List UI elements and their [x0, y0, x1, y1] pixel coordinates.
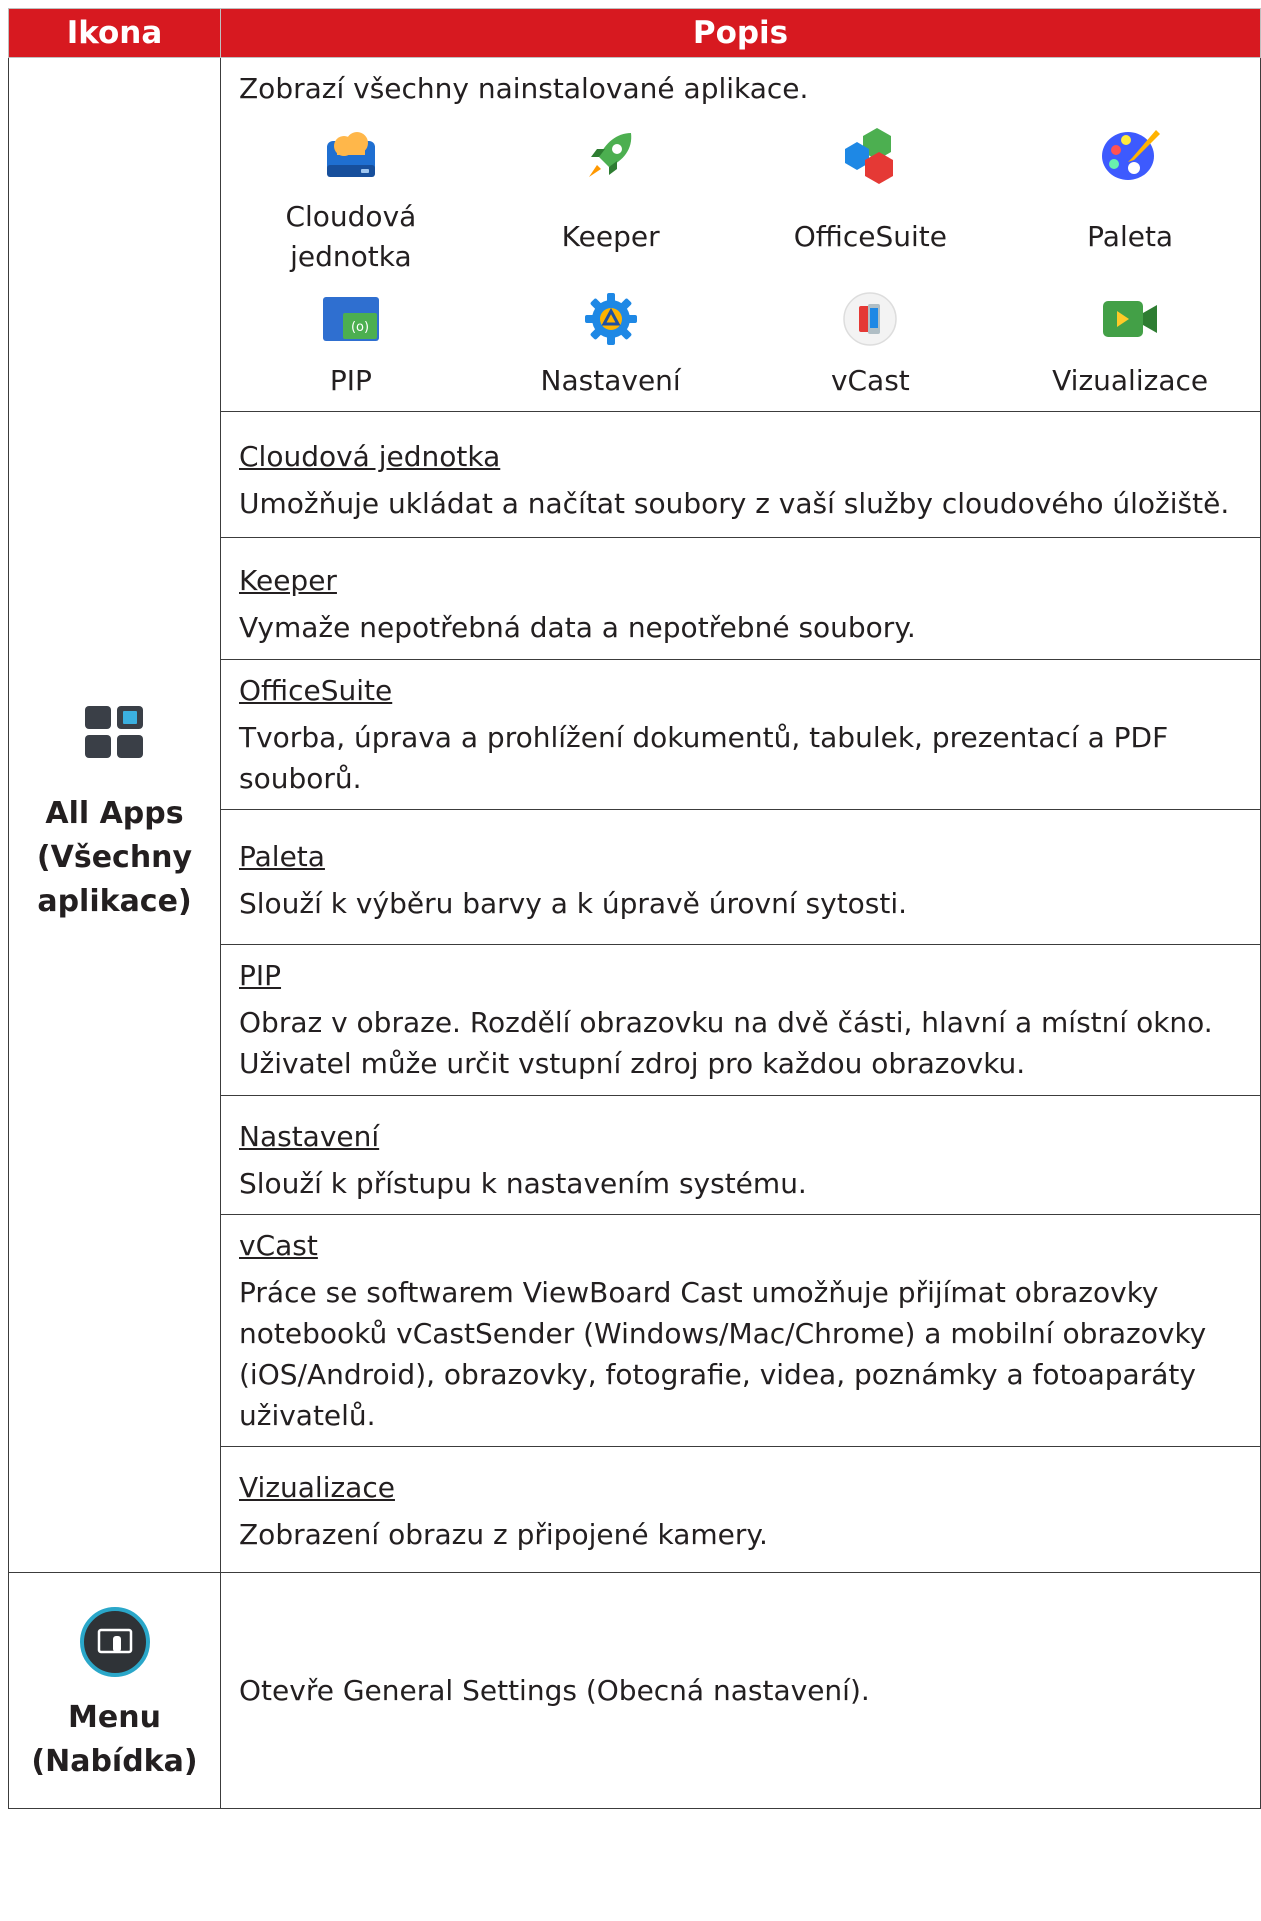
app-tile-cloud-drive: Cloudová jednotka — [221, 117, 481, 281]
app-tile-vcast: vCast — [741, 281, 1001, 405]
settings-gear-icon — [573, 281, 649, 357]
section-text-visualizer: Zobrazení obrazu z připojené kamery. — [239, 1518, 768, 1551]
rocket-icon — [573, 117, 649, 193]
section-title-vcast: vCast — [239, 1229, 318, 1262]
app-label-pip: PIP — [329, 364, 372, 397]
section-title-pip: PIP — [239, 959, 282, 992]
menu-label-line1: Menu — [68, 1699, 161, 1735]
table-header-row: Ikona Popis — [8, 8, 1261, 58]
app-tile-keeper: Keeper — [481, 117, 741, 281]
section-text-palette: Slouží k výběru barvy a k úpravě úrovní … — [239, 887, 908, 920]
section-text-keeper: Vymaže nepotřebná data a nepotřebné soub… — [239, 611, 916, 644]
video-camera-icon — [1092, 281, 1168, 357]
app-label-palette: Paleta — [1087, 220, 1174, 253]
all-apps-label-line3: aplikace) — [37, 884, 192, 919]
vcast-icon — [832, 281, 908, 357]
app-tile-palette: Paleta — [1000, 117, 1260, 281]
section-title-settings: Nastavení — [239, 1120, 380, 1153]
section-text-vcast: Práce se softwarem ViewBoard Cast umožňu… — [239, 1276, 1207, 1432]
all-apps-grid-icon — [9, 706, 220, 764]
officesuite-icon — [832, 117, 908, 193]
app-label-cloud-drive: Cloudová jednotka — [285, 200, 417, 273]
header-icon-column: Ikona — [8, 8, 221, 58]
all-apps-overview-cell: Zobrazí všechny nainstalované aplikace. — [220, 57, 1261, 412]
header-description-column: Popis — [220, 8, 1261, 58]
section-title-palette: Paleta — [239, 840, 325, 873]
apps-grid: Cloudová jednotka Keeper OfficeSuite Pal… — [221, 109, 1260, 411]
all-apps-label-line2: (Všechny — [36, 840, 193, 875]
section-text-cloud-drive: Umožňuje ukládat a načítat soubory z vaš… — [239, 487, 1230, 520]
menu-label-line2: (Nabídka) — [31, 1743, 198, 1779]
app-label-vcast: vCast — [830, 364, 910, 397]
menu-description-cell: Otevře General Settings (Obecná nastaven… — [220, 1572, 1261, 1809]
all-apps-grid-row: All Apps (Všechny aplikace) Zobrazí všec… — [8, 57, 1261, 1573]
menu-touch-icon — [9, 1606, 220, 1682]
section-text-officesuite: Tvorba, úprava a prohlížení dokumentů, t… — [239, 721, 1169, 795]
section-title-keeper: Keeper — [239, 564, 337, 597]
all-apps-icon-cell: All Apps (Všechny aplikace) — [8, 57, 221, 1573]
app-label-keeper: Keeper — [561, 220, 660, 253]
app-label-settings: Nastavení — [540, 364, 681, 397]
icon-description-table: Ikona Popis All Apps (Všechny aplikace) — [8, 8, 1261, 1809]
menu-row: Menu (Nabídka) Otevře General Settings (… — [8, 1572, 1261, 1809]
menu-description-text: Otevře General Settings (Obecná nastaven… — [239, 1674, 870, 1707]
palette-icon — [1092, 117, 1168, 193]
all-apps-label-line1: All Apps — [45, 796, 184, 831]
app-tile-visualizer: Vizualizace — [1000, 281, 1260, 405]
section-title-visualizer: Vizualizace — [239, 1471, 395, 1504]
section-text-settings: Slouží k přístupu k nastavením systému. — [239, 1167, 807, 1200]
section-title-officesuite: OfficeSuite — [239, 674, 393, 707]
app-label-visualizer: Vizualizace — [1052, 364, 1209, 397]
app-label-officesuite: OfficeSuite — [793, 220, 947, 253]
app-tile-settings: Nastavení — [481, 281, 741, 405]
pip-icon: (o) — [313, 281, 389, 357]
all-apps-intro: Zobrazí všechny nainstalované aplikace. — [239, 72, 809, 105]
cloud-drive-icon — [313, 117, 389, 193]
menu-icon-cell: Menu (Nabídka) — [8, 1572, 221, 1809]
app-tile-pip: (o) PIP — [221, 281, 481, 405]
svg-text:(o): (o) — [351, 320, 369, 335]
manual-page: Ikona Popis All Apps (Všechny aplikace) — [8, 8, 1261, 1921]
section-text-pip: Obraz v obraze. Rozdělí obrazovku na dvě… — [239, 1006, 1213, 1080]
app-tile-officesuite: OfficeSuite — [741, 117, 1001, 281]
section-title-cloud-drive: Cloudová jednotka — [239, 440, 501, 473]
